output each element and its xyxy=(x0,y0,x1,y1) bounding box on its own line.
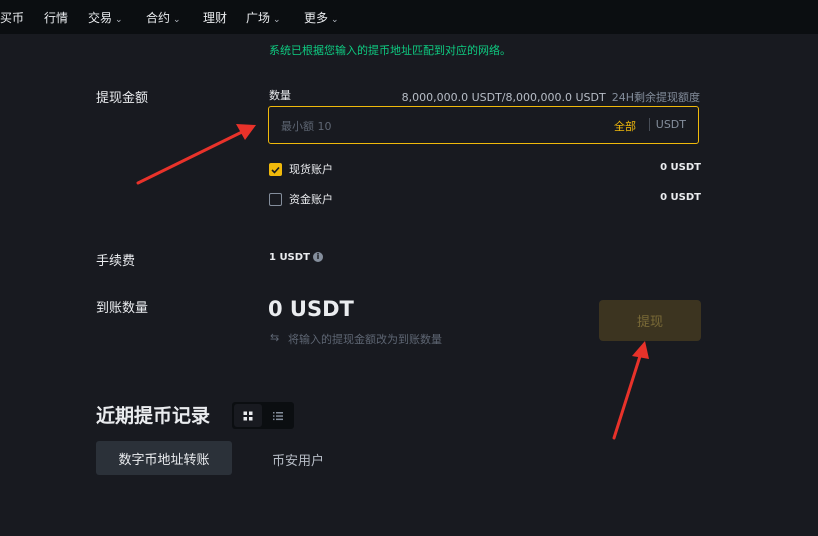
nav-item-buy-crypto[interactable]: 买币 xyxy=(0,9,24,26)
spot-account-checkbox[interactable] xyxy=(269,163,282,176)
grid-icon xyxy=(243,411,253,420)
tab-address-transfer[interactable]: 数字币地址转账 xyxy=(96,441,232,475)
fee-value: 1 USDT xyxy=(269,252,310,263)
checkmark-icon xyxy=(271,166,280,174)
recent-withdrawals-title: 近期提币记录 xyxy=(96,405,211,427)
funding-account-balance: 0 USDT xyxy=(660,192,701,203)
spot-account-balance: 0 USDT xyxy=(660,162,701,173)
withdraw-button[interactable]: 提现 xyxy=(599,300,701,341)
quantity-label: 数量 xyxy=(269,89,291,102)
remaining-limit-text: 24H剩余提现额度 xyxy=(611,91,700,104)
receive-amount-value: 0 USDT xyxy=(268,297,354,321)
remaining-limit: 8,000,000.0 USDT/8,000,000.0 USDT 24H剩余提现… xyxy=(402,89,700,105)
chevron-down-icon: ⌄ xyxy=(115,15,123,25)
info-icon[interactable]: i xyxy=(313,252,323,262)
arrow-to-amount-input xyxy=(136,124,256,185)
nav-item-square[interactable]: 广场 ⌄ xyxy=(246,9,281,26)
currency-unit: USDT xyxy=(655,118,686,131)
list-icon xyxy=(273,411,283,420)
view-toggle xyxy=(232,402,294,429)
grid-view-button[interactable] xyxy=(234,404,262,427)
max-amount-button[interactable]: 全部 xyxy=(614,118,636,134)
withdraw-amount-label: 提现金额 xyxy=(96,91,149,106)
amount-input-box: 全部 USDT xyxy=(268,106,699,144)
nav-item-markets[interactable]: 行情 xyxy=(44,9,68,26)
network-match-notice: 系统已根据您输入的提币地址匹配到对应的网络。 xyxy=(269,44,511,57)
funding-account-checkbox[interactable] xyxy=(269,193,282,206)
top-nav: 买币 行情 交易 ⌄ 合约 ⌄ 理财 广场 ⌄ 更多 ⌄ xyxy=(0,0,818,34)
fee-label: 手续费 xyxy=(96,254,136,269)
chevron-down-icon: ⌄ xyxy=(331,15,339,25)
amount-input[interactable] xyxy=(279,115,603,137)
chevron-down-icon: ⌄ xyxy=(273,15,281,25)
nav-item-earn[interactable]: 理财 xyxy=(203,9,227,26)
chevron-down-icon: ⌄ xyxy=(173,15,181,25)
receive-amount-label: 到账数量 xyxy=(96,301,149,316)
list-view-button[interactable] xyxy=(264,404,292,427)
arrow-to-withdraw-button xyxy=(612,341,649,440)
divider xyxy=(649,118,650,131)
tab-binance-user[interactable]: 币安用户 xyxy=(272,450,324,469)
nav-item-trade[interactable]: 交易 ⌄ xyxy=(88,9,123,26)
funding-account-label: 资金账户 xyxy=(289,193,333,206)
swap-icon[interactable]: ⇆ xyxy=(270,331,279,344)
nav-item-futures[interactable]: 合约 ⌄ xyxy=(146,9,181,26)
switch-to-receive-amount-hint[interactable]: 将输入的提现金额改为到账数量 xyxy=(288,331,442,347)
nav-item-more[interactable]: 更多 ⌄ xyxy=(304,9,339,26)
remaining-limit-value: 8,000,000.0 USDT/8,000,000.0 USDT xyxy=(401,91,606,104)
spot-account-label: 现货账户 xyxy=(289,163,333,176)
